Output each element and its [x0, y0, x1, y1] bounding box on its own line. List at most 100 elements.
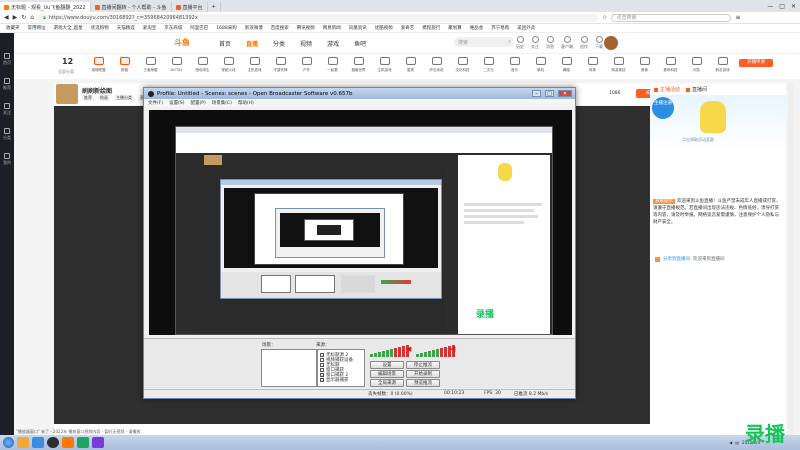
streamer-avatar[interactable]: [56, 84, 78, 104]
category-item[interactable]: 星秀: [398, 57, 423, 73]
category-item[interactable]: 问答: [684, 57, 709, 73]
forward-icon[interactable]: ▶: [13, 14, 18, 21]
leftbar-item[interactable]: 推荐: [3, 78, 11, 91]
bookmark-item[interactable]: 阿里巴巴: [190, 25, 208, 31]
settings-button[interactable]: 设置: [370, 361, 404, 369]
scenes-list[interactable]: [261, 349, 317, 387]
category-item[interactable]: 户外: [294, 57, 319, 73]
room-tag[interactable]: 推荐: [82, 95, 94, 101]
bookmark-item[interactable]: 京东商城: [164, 25, 182, 31]
category-item[interactable]: 射击游戏: [710, 57, 735, 73]
bookmark-item[interactable]: 唯品会: [470, 25, 484, 31]
bookmark-item[interactable]: 爱奇艺: [401, 25, 415, 31]
network-icon[interactable]: ▤: [735, 440, 739, 445]
close-window-button[interactable]: ✕: [791, 3, 796, 10]
source-checkbox[interactable]: [320, 367, 324, 372]
bookmark-item[interactable]: 网易新闻: [323, 25, 341, 31]
category-item[interactable]: 主机游戏: [372, 57, 397, 73]
taskbar-app-icon[interactable]: [92, 437, 104, 448]
nav-item-首页[interactable]: 首页: [219, 39, 231, 48]
category-item[interactable]: 二次元: [476, 57, 501, 73]
header-icon-item[interactable]: 客户端: [561, 36, 573, 50]
obs-menu-item[interactable]: 帮助(H): [238, 100, 254, 106]
category-item[interactable]: 文化科技: [450, 57, 475, 73]
leftbar-item[interactable]: 分类: [3, 128, 11, 141]
menu-icon[interactable]: ≡: [735, 14, 740, 21]
bookmark-item[interactable]: 常用网址: [28, 25, 46, 31]
category-item[interactable]: 守望先锋: [268, 57, 293, 73]
open-live-button[interactable]: 开播申请: [739, 59, 773, 67]
browser-tab-1[interactable]: 无标题 - 观看_Uu飞鱼翻翻_2022: [0, 2, 91, 12]
minimize-button[interactable]: —: [767, 3, 773, 10]
sources-list[interactable]: ✓ 无标题源 2 视频捕获设备 无标题 窗口捕获 ✓ 窗口捕获 2 ✓ 显示器捕获: [317, 349, 365, 387]
category-item[interactable]: 舞蹈: [554, 57, 579, 73]
header-icon-item[interactable]: 创作: [580, 36, 588, 50]
category-item[interactable]: 数码科技: [658, 57, 683, 73]
leftbar-item[interactable]: 关注: [3, 103, 11, 116]
category-item[interactable]: 美食: [632, 57, 657, 73]
bookmark-item[interactable]: 美团外卖: [517, 25, 535, 31]
nav-item-鱼吧[interactable]: 鱼吧: [354, 39, 366, 48]
source-checkbox[interactable]: ✓: [320, 352, 324, 357]
refresh-icon[interactable]: ↻: [21, 14, 26, 21]
source-item[interactable]: ✓ 显示器捕获: [318, 377, 364, 383]
category-item[interactable]: 颜值: [112, 57, 137, 73]
taskbar-app-icon[interactable]: [77, 437, 89, 448]
browser-tab-3[interactable]: 直播平台: [172, 2, 208, 12]
leftbar-item[interactable]: 我的: [3, 153, 11, 166]
site-search-input[interactable]: 搜索 ⌕: [454, 37, 514, 47]
bookmark-item[interactable]: 优选购物: [91, 25, 109, 31]
source-checkbox[interactable]: ✓: [320, 377, 324, 382]
search-icon[interactable]: ⌕: [508, 39, 514, 45]
preview-stream-button[interactable]: 预览推流: [406, 379, 440, 387]
maximize-button[interactable]: □: [779, 3, 785, 10]
stop-stream-button[interactable]: 停止推流: [406, 361, 440, 369]
browser-search-input[interactable]: 点击搜索: [611, 13, 732, 22]
bookmark-item[interactable]: 腾讯视频: [297, 25, 315, 31]
start-recording-button[interactable]: 开始录制: [406, 370, 440, 378]
nav-item-视频[interactable]: 视频: [300, 39, 312, 48]
share-link[interactable]: 分享到直播间: [663, 256, 690, 262]
bookmark-item[interactable]: 爱淘宝: [143, 25, 157, 31]
category-item[interactable]: 音乐: [502, 57, 527, 73]
page-scrollbar[interactable]: [788, 83, 793, 435]
bookmark-item[interactable]: 凤凰资讯: [349, 25, 367, 31]
nav-item-直播[interactable]: 直播: [246, 39, 258, 48]
bookmark-item[interactable]: 新浪微博: [245, 25, 263, 31]
room-tag[interactable]: 绘画: [98, 95, 110, 101]
back-icon[interactable]: ◀: [4, 14, 9, 21]
edit-scene-button[interactable]: 编辑场景: [370, 370, 404, 378]
source-checkbox[interactable]: [320, 362, 324, 367]
star-icon[interactable]: ☆: [602, 14, 607, 21]
bookmark-item[interactable]: 携程旅行: [422, 25, 440, 31]
header-icon-item[interactable]: 历史: [516, 36, 524, 50]
speaker-icon[interactable]: ◀: [406, 345, 411, 353]
obs-menu-item[interactable]: 配置(P): [190, 100, 205, 106]
volume-icon[interactable]: ◀︎: [729, 440, 732, 445]
source-checkbox[interactable]: ✓: [320, 372, 324, 377]
bookmark-item[interactable]: 1688采购: [216, 25, 236, 31]
new-tab-button[interactable]: +: [208, 2, 221, 12]
category-item[interactable]: DOTA2: [164, 57, 189, 73]
start-button[interactable]: [3, 437, 14, 448]
header-icon-item[interactable]: 下载: [595, 36, 603, 50]
mic-icon[interactable]: ◀: [450, 345, 455, 353]
bookmark-item[interactable]: 优酷视频: [375, 25, 393, 31]
category-item[interactable]: 魔兽世界: [346, 57, 371, 73]
obs-menu-item[interactable]: 设置(S): [169, 100, 184, 106]
leftbar-item[interactable]: 首页: [3, 53, 11, 66]
obs-close-button[interactable]: ✕: [558, 90, 572, 97]
category-item[interactable]: 炉石传说: [424, 57, 449, 73]
obs-titlebar[interactable]: Profile: Untitled - Scenes: scenes - Ope…: [144, 88, 575, 99]
bookmark-item[interactable]: 天猫精选: [117, 25, 135, 31]
activity-poster[interactable]: 主播注册 点击领取活动奖励: [650, 95, 786, 150]
nav-item-游戏[interactable]: 游戏: [327, 39, 339, 48]
browser-tab-2[interactable]: 直播间翻转 - 个人帮助 - 斗鱼: [91, 2, 172, 12]
category-item[interactable]: 穿越火线: [216, 57, 241, 73]
bookmark-item[interactable]: 游戏大全_超星: [54, 25, 83, 31]
category-item[interactable]: 王者荣耀: [138, 57, 163, 73]
category-item[interactable]: 一起看: [320, 57, 345, 73]
user-avatar[interactable]: [604, 36, 618, 50]
taskbar-obs-icon[interactable]: [47, 437, 59, 448]
header-icon-item[interactable]: 关注: [531, 36, 539, 50]
